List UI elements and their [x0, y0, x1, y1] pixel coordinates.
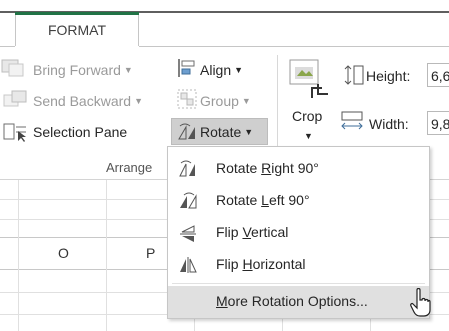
menu-item-flip-vertical[interactable]: Flip Vertical: [168, 217, 429, 249]
menu-item-label: More Rotation Options...: [216, 293, 368, 309]
menu-item-rotate-right[interactable]: Rotate Right 90°: [168, 153, 429, 185]
height-value: 6,6: [431, 68, 449, 84]
mouse-cursor-icon: [410, 288, 431, 317]
tab-format[interactable]: FORMAT: [15, 12, 139, 47]
selection-pane-button[interactable]: Selection Pane: [33, 124, 127, 140]
crop-icon: [289, 59, 328, 98]
height-label: Height:: [366, 68, 411, 84]
width-label: Width:: [369, 116, 409, 132]
width-icon: [341, 111, 363, 130]
menu-item-flip-horizontal[interactable]: Flip Horizontal: [168, 249, 429, 281]
sheet-col-line: [106, 180, 107, 331]
menu-item-label: Flip Vertical: [216, 224, 289, 240]
group-button[interactable]: Group ▼: [200, 93, 251, 109]
menu-item-rotate-left[interactable]: Rotate Left 90°: [168, 185, 429, 217]
arrange-group-label: Arrange: [106, 160, 153, 175]
menu-item-more-rotation-options[interactable]: More Rotation Options...: [168, 286, 429, 318]
send-backward-icon: [3, 90, 27, 107]
column-header-p[interactable]: P: [146, 245, 155, 261]
menu-item-label: Rotate Right 90°: [216, 160, 319, 176]
flip-vertical-icon: [180, 225, 196, 242]
flip-horizontal-icon: [180, 257, 197, 273]
menu-item-label: Flip Horizontal: [216, 256, 306, 272]
height-icon: [344, 65, 364, 85]
group-icon: [177, 89, 197, 109]
rotate-icon: [178, 123, 195, 140]
width-field[interactable]: 9,8: [427, 111, 449, 135]
rotate-label: Rotate ▼: [200, 124, 254, 140]
rotate-left-icon: [180, 192, 197, 209]
rotate-button[interactable]: Rotate ▼: [171, 118, 268, 145]
width-value: 9,8: [431, 116, 449, 132]
crop-button[interactable]: Crop: [292, 108, 322, 124]
selection-pane-icon: [3, 123, 26, 142]
sheet-col-line: [18, 180, 19, 331]
crop-dropdown-icon[interactable]: ▼: [304, 131, 313, 141]
rotate-right-icon: [179, 160, 195, 177]
send-backward-button[interactable]: Send Backward ▼: [33, 93, 143, 109]
menu-item-label: Rotate Left 90°: [216, 192, 310, 208]
align-button[interactable]: Align ▼: [200, 62, 243, 78]
height-field[interactable]: 6,6: [427, 63, 449, 87]
bring-forward-button[interactable]: Bring Forward ▼: [33, 62, 133, 78]
menu-separator: [172, 283, 425, 284]
align-icon: [178, 59, 195, 77]
rotate-menu: Rotate Right 90° Rotate Left 90° Flip Ve…: [167, 146, 430, 319]
column-header-o[interactable]: O: [58, 245, 69, 261]
